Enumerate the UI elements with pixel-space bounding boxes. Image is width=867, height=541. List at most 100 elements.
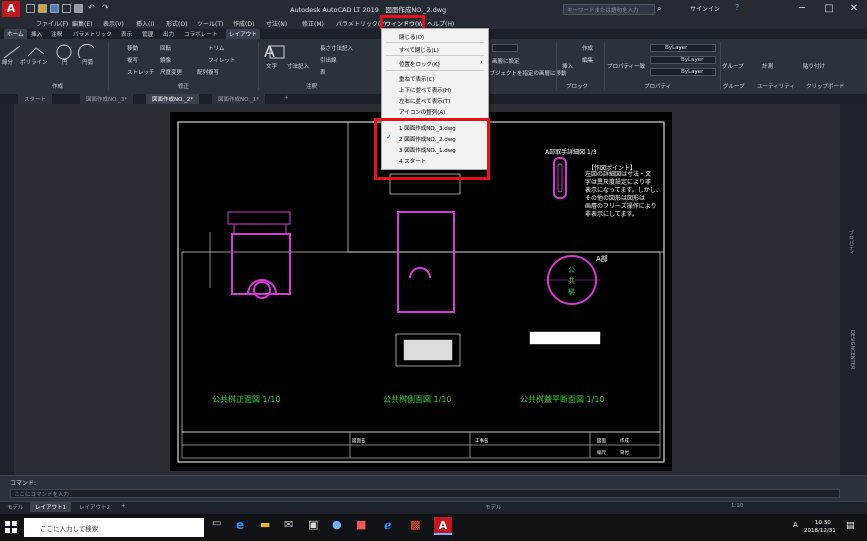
create-block-tool[interactable]: 作成 bbox=[582, 44, 593, 52]
clipboard-panel-label[interactable]: クリップボード bbox=[806, 82, 845, 90]
search-input[interactable]: キーワードまたは語句を入力 bbox=[563, 4, 655, 15]
menu-file[interactable]: ファイル(F) bbox=[36, 19, 68, 28]
mail-icon[interactable]: ✉ bbox=[284, 518, 300, 536]
redo-icon[interactable]: ↷ bbox=[102, 3, 109, 12]
menu-view[interactable]: 表示(V) bbox=[103, 19, 124, 28]
app-icon-3[interactable]: ▩ bbox=[410, 518, 426, 536]
autocad-logo-button[interactable]: A bbox=[2, 1, 20, 17]
color-dropdown[interactable]: ByLayer bbox=[650, 44, 716, 52]
menu-item-close-all[interactable]: すべて閉じる(L) bbox=[382, 44, 488, 54]
scale-tool[interactable]: 尺度変更 bbox=[160, 68, 182, 76]
help-icon[interactable]: ? bbox=[735, 3, 739, 12]
store-icon[interactable]: ▣ bbox=[308, 518, 324, 536]
modify-panel-label[interactable]: 修正 bbox=[178, 82, 189, 90]
add-layout-button[interactable]: + bbox=[116, 502, 131, 512]
polyline-tool[interactable]: ポリライン bbox=[20, 58, 48, 66]
model-tab[interactable]: モデル bbox=[2, 502, 29, 512]
tab-parametric[interactable]: パラメトリック bbox=[70, 29, 115, 39]
taskbar-search-input[interactable]: ここに入力して検索 bbox=[24, 518, 204, 537]
task-view-icon[interactable]: ▭ bbox=[212, 518, 228, 536]
save-icon[interactable] bbox=[50, 4, 59, 13]
maximize-button[interactable]: □ bbox=[815, 0, 843, 18]
properties-palette-tab[interactable]: プロパティ bbox=[845, 230, 855, 255]
annotation-panel-label[interactable]: 注釈 bbox=[306, 82, 317, 90]
menu-edit[interactable]: 編集(E) bbox=[72, 19, 92, 28]
tab-insert[interactable]: 挿入 bbox=[28, 29, 45, 39]
doc-tab-3[interactable]: 図面作成NO._3* bbox=[80, 94, 134, 104]
ie-icon[interactable]: ℯ bbox=[384, 518, 400, 536]
print-icon[interactable] bbox=[74, 4, 83, 13]
move-tool[interactable]: 移動 bbox=[127, 44, 138, 52]
new-icon[interactable] bbox=[26, 4, 35, 13]
line-tool[interactable]: 線分 bbox=[2, 58, 13, 66]
tab-home[interactable]: ホーム bbox=[4, 29, 27, 39]
layer-dropdown[interactable] bbox=[492, 44, 518, 52]
command-input[interactable]: ここにコマンドを入力 bbox=[10, 489, 840, 498]
table-tool[interactable]: 表 bbox=[320, 68, 326, 76]
array-tool[interactable]: 配列複写 bbox=[197, 68, 219, 76]
notification-icon[interactable]: ▤ bbox=[846, 521, 855, 531]
text-tool[interactable]: 文字 bbox=[266, 62, 277, 70]
paste-tool[interactable]: 貼り付け bbox=[803, 62, 825, 70]
utilities-panel-label[interactable]: ユーティリティ bbox=[757, 82, 795, 90]
edit-block-tool[interactable]: 編集 bbox=[582, 56, 593, 64]
menu-parametric[interactable]: パラメトリック(P) bbox=[336, 19, 386, 28]
leader-tool[interactable]: 引出線 bbox=[320, 56, 337, 64]
undo-icon[interactable]: ↶ bbox=[88, 3, 95, 12]
group-tool[interactable]: グループ bbox=[722, 62, 744, 70]
properties-panel-label[interactable]: プロパティ bbox=[644, 82, 671, 90]
draw-panel-label[interactable]: 作成 bbox=[52, 82, 63, 90]
menu-format[interactable]: 形式(O) bbox=[166, 19, 187, 28]
close-button[interactable]: ✕ bbox=[840, 0, 867, 18]
linear-dim-tool[interactable]: 長さ寸法記入 bbox=[320, 44, 353, 52]
fillet-tool[interactable]: フィレット bbox=[208, 56, 235, 64]
stretch-tool[interactable]: ストレッチ bbox=[127, 68, 155, 76]
menu-draw[interactable]: 作成(D) bbox=[233, 19, 254, 28]
mirror-tool[interactable]: 鏡像 bbox=[160, 56, 171, 64]
lineweight-dropdown[interactable]: ByLayer bbox=[650, 68, 716, 76]
app-icon[interactable]: ● bbox=[332, 518, 348, 536]
open-icon[interactable] bbox=[38, 4, 47, 13]
saveas-icon[interactable] bbox=[62, 4, 71, 13]
windows-start-icon[interactable] bbox=[4, 520, 18, 534]
dimension-tool[interactable]: 寸法記入 bbox=[287, 62, 309, 70]
designcenter-palette-tab[interactable]: DESIGNCENTER bbox=[845, 330, 855, 369]
doc-tab-1[interactable]: 図面作成NO._1* bbox=[212, 94, 266, 104]
search-icon[interactable]: ⌕ bbox=[657, 4, 667, 14]
tab-annotate[interactable]: 注釈 bbox=[48, 29, 65, 39]
app-icon-2[interactable]: ■ bbox=[356, 518, 372, 536]
menu-modify[interactable]: 修正(M) bbox=[302, 19, 324, 28]
menu-tools[interactable]: ツール(T) bbox=[197, 19, 223, 28]
groups-panel-label[interactable]: グループ bbox=[723, 82, 745, 90]
menu-item-tile-horizontal[interactable]: 上下に並べて表示(H) bbox=[382, 84, 488, 94]
match-properties-tool[interactable]: プロパティ一致 bbox=[607, 62, 645, 70]
menu-item-close[interactable]: 閉じる(O) bbox=[382, 31, 488, 41]
menu-item-arrange-icons[interactable]: アイコンの整列(A) bbox=[382, 106, 488, 116]
menu-item-tile-vertical[interactable]: 左右に並べて表示(T) bbox=[382, 95, 488, 105]
doc-tab-start[interactable]: スタート bbox=[18, 94, 54, 104]
tab-manage[interactable]: 管理 bbox=[139, 29, 156, 39]
autocad-taskbar-icon[interactable]: A bbox=[434, 517, 452, 535]
trim-tool[interactable]: トリム bbox=[208, 44, 225, 52]
arc-tool[interactable]: 円弧 bbox=[82, 58, 93, 66]
measure-tool[interactable]: 計測 bbox=[762, 62, 773, 70]
tab-collaborate[interactable]: コラボレート bbox=[181, 29, 221, 39]
layer-move-text[interactable]: オブジェクトを指定の画層に移動 bbox=[484, 69, 567, 77]
menu-dimension[interactable]: 寸法(N) bbox=[266, 19, 287, 28]
explorer-icon[interactable]: ▬ bbox=[260, 518, 276, 536]
menu-help[interactable]: ヘルプ(H) bbox=[427, 19, 454, 28]
rotate-tool[interactable]: 回転 bbox=[160, 44, 171, 52]
edge-icon[interactable]: e bbox=[236, 518, 252, 536]
menu-item-lock-location[interactable]: 位置をロック(K) bbox=[382, 58, 488, 68]
taskbar-clock[interactable]: 10:30 2018/12/31 bbox=[800, 519, 836, 535]
tab-view[interactable]: 表示 bbox=[118, 29, 135, 39]
block-panel-label[interactable]: ブロック bbox=[566, 82, 588, 90]
circle-tool[interactable]: 円 bbox=[62, 58, 68, 66]
new-tab-button[interactable]: + bbox=[278, 94, 296, 104]
copy-tool[interactable]: 複写 bbox=[127, 56, 138, 64]
text-tool-icon[interactable]: A bbox=[264, 42, 275, 61]
insert-block-tool[interactable]: 挿入 bbox=[562, 62, 573, 70]
signin-button[interactable]: サインイン bbox=[690, 4, 720, 13]
linetype-dropdown[interactable]: ByLayer bbox=[650, 56, 716, 64]
minimize-button[interactable]: ─ bbox=[788, 0, 816, 18]
